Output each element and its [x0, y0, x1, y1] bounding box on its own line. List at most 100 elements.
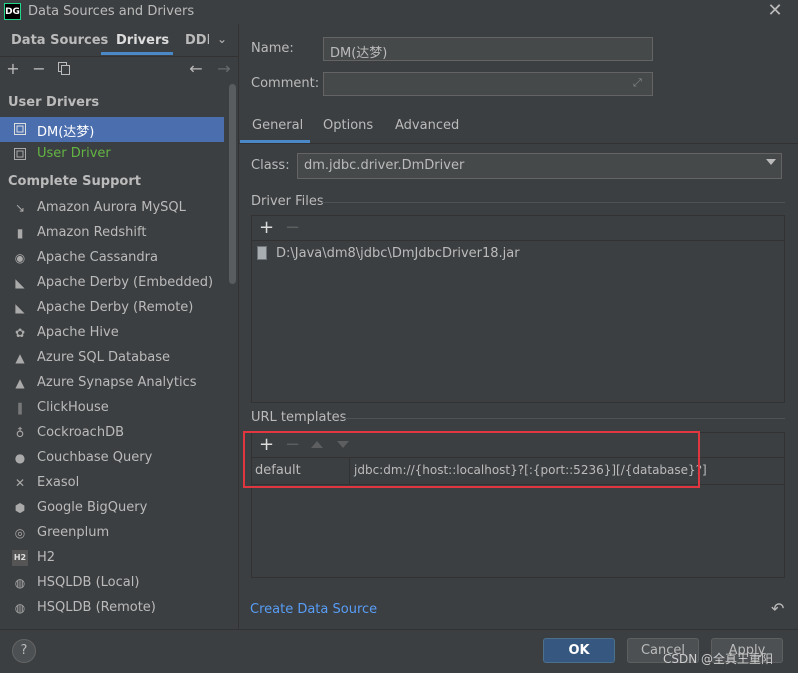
list-item-label: H2 — [37, 550, 56, 565]
derby-icon: ◣ — [15, 301, 25, 315]
list-item-label: HSQLDB (Remote) — [37, 600, 156, 615]
azure-icon: ▲ — [15, 351, 25, 365]
close-icon[interactable]: ✕ — [766, 1, 784, 21]
list-item[interactable]: ● Couchbase Query — [0, 446, 224, 471]
list-item[interactable]: ↘ Amazon Aurora MySQL — [0, 196, 224, 221]
help-button[interactable]: ? — [12, 639, 36, 663]
tab-advanced[interactable]: Advanced — [395, 118, 459, 133]
list-item[interactable]: ✕ Exasol — [0, 471, 224, 496]
revert-icon[interactable]: ↶ — [771, 599, 784, 618]
driver-file-path[interactable]: D:\Java\dm8\jdbc\DmJdbcDriver18.jar — [276, 246, 520, 261]
watermark: CSDN @全真王重阳 — [663, 652, 774, 666]
cockroach-icon: ♁ — [15, 426, 25, 440]
list-item-label: Azure SQL Database — [37, 350, 171, 365]
name-field[interactable]: DM(达梦) — [323, 37, 653, 61]
tab-ddl[interactable]: DDI — [185, 33, 209, 48]
url-templates-title: URL templates — [251, 410, 347, 425]
list-item[interactable]: ▲ Azure SQL Database — [0, 346, 224, 371]
list-item[interactable]: ✿ Apache Hive — [0, 321, 224, 346]
list-item-label: Apache Derby (Embedded) — [37, 275, 214, 290]
azure-icon: ▲ — [15, 376, 25, 390]
driver-icon — [12, 146, 28, 162]
derby-icon: ◣ — [15, 276, 25, 290]
user-drivers-header: User Drivers — [8, 95, 100, 110]
list-item-user-driver[interactable]: User Driver — [0, 142, 224, 167]
back-arrow-icon[interactable]: ← — [187, 60, 205, 78]
complete-support-header: Complete Support — [8, 174, 141, 189]
list-item-label: CockroachDB — [37, 425, 125, 440]
list-item-label: Google BigQuery — [37, 500, 148, 515]
list-item-label: Apache Cassandra — [37, 250, 158, 265]
exasol-icon: ✕ — [14, 476, 26, 490]
list-item[interactable]: ◣ Apache Derby (Remote) — [0, 296, 224, 321]
window-title: Data Sources and Drivers — [28, 4, 195, 19]
ok-button[interactable]: OK — [543, 638, 615, 663]
driver-icon — [12, 121, 28, 137]
tabs-divider — [239, 143, 798, 144]
list-item[interactable]: ♁ CockroachDB — [0, 421, 224, 446]
driver-files-panel — [251, 215, 785, 403]
list-item[interactable]: ◍ HSQLDB (Local) — [0, 571, 224, 596]
group-divider — [322, 202, 785, 203]
highlight-annotation — [243, 431, 700, 488]
jar-file-icon — [257, 246, 267, 260]
list-item-label: Greenplum — [37, 525, 110, 540]
comment-label: Comment: — [251, 76, 320, 91]
tab-drivers[interactable]: Drivers — [116, 33, 169, 48]
panel-toolbar-divider — [251, 240, 785, 241]
list-item-label: ClickHouse — [37, 400, 109, 415]
tab-general[interactable]: General — [252, 118, 303, 133]
redshift-icon: ▮ — [16, 226, 24, 240]
duplicate-icon[interactable] — [58, 62, 70, 75]
hsqldb-icon: ◍ — [14, 576, 26, 590]
list-item-label: Apache Hive — [37, 325, 119, 340]
expand-icon[interactable]: ⤢ — [633, 76, 642, 90]
hive-icon: ✿ — [14, 326, 26, 340]
list-item-dm[interactable]: DM(达梦) — [0, 117, 224, 142]
forward-arrow-icon[interactable]: → — [215, 60, 233, 78]
list-item[interactable]: ◎ Greenplum — [0, 521, 224, 546]
list-item[interactable]: ⬢ Google BigQuery — [0, 496, 224, 521]
comment-field[interactable] — [323, 72, 653, 96]
remove-file-icon[interactable]: − — [285, 217, 300, 238]
list-item[interactable]: H2 H2 — [0, 546, 224, 571]
list-item[interactable]: ▲ Azure Synapse Analytics — [0, 371, 224, 396]
group-divider — [342, 418, 785, 419]
active-tab-indicator — [101, 52, 173, 55]
hsqldb-icon: ◍ — [14, 601, 26, 615]
remove-icon[interactable]: − — [30, 60, 48, 78]
name-label: Name: — [251, 41, 294, 56]
list-item-label: Amazon Aurora MySQL — [37, 200, 186, 215]
tabs-divider — [0, 56, 238, 57]
list-item[interactable]: ◉ Apache Cassandra — [0, 246, 224, 271]
list-item[interactable]: ◍ HSQLDB (Remote) — [0, 596, 224, 621]
aurora-icon: ↘ — [14, 201, 26, 215]
list-item-label: DM(达梦) — [37, 125, 95, 140]
list-item-label: Apache Derby (Remote) — [37, 300, 194, 315]
driver-files-title: Driver Files — [251, 194, 324, 209]
add-file-icon[interactable]: + — [259, 217, 274, 238]
bigquery-icon: ⬢ — [14, 501, 26, 515]
list-item-label: Couchbase Query — [37, 450, 153, 465]
create-data-source-link[interactable]: Create Data Source — [250, 602, 377, 617]
h2-icon: H2 — [12, 550, 28, 566]
couchbase-icon: ● — [14, 451, 26, 465]
list-item-label: HSQLDB (Local) — [37, 575, 140, 590]
scrollbar[interactable] — [229, 84, 236, 284]
list-item[interactable]: ▮ Amazon Redshift — [0, 221, 224, 246]
class-select[interactable]: dm.jdbc.driver.DmDriver — [297, 153, 782, 179]
list-item-label: Amazon Redshift — [37, 225, 147, 240]
list-item[interactable]: ◣ Apache Derby (Embedded) — [0, 271, 224, 296]
greenplum-icon: ◎ — [14, 526, 26, 540]
chevron-down-icon[interactable] — [766, 159, 776, 165]
tabs-overflow-chevron-down-icon[interactable]: ⌄ — [217, 32, 227, 46]
tab-data-sources[interactable]: Data Sources — [11, 33, 108, 48]
list-item-label: Exasol — [37, 475, 80, 490]
list-item-label: Azure Synapse Analytics — [37, 375, 197, 390]
clickhouse-icon: ∥ — [17, 401, 23, 415]
tab-options[interactable]: Options — [323, 118, 373, 133]
add-icon[interactable]: + — [4, 60, 22, 78]
list-item[interactable]: ∥ ClickHouse — [0, 396, 224, 421]
list-item-label: User Driver — [37, 146, 111, 161]
cassandra-icon: ◉ — [14, 251, 26, 265]
